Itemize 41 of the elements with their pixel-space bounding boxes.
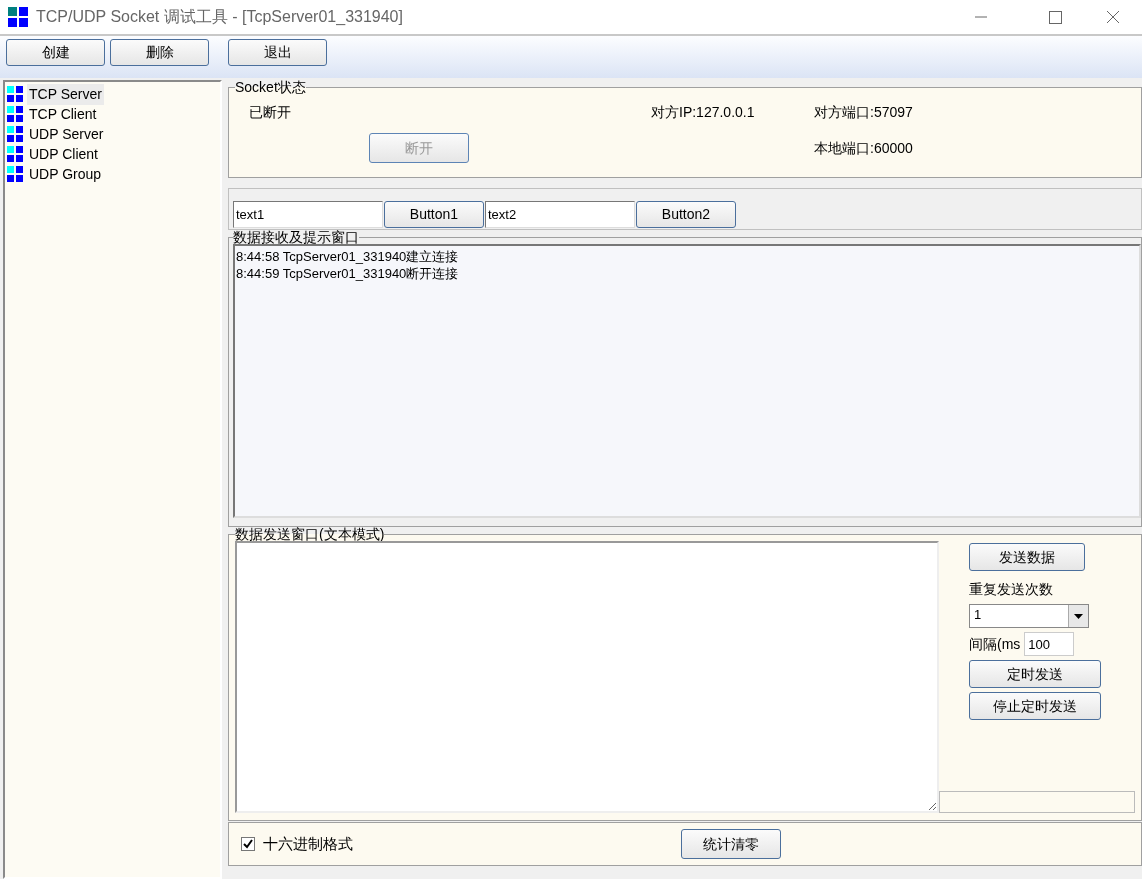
local-port: 本地端口:60000 xyxy=(814,138,914,158)
log-line: 8:44:58 TcpServer01_331940建立连接 xyxy=(236,249,460,266)
tree-item[interactable]: TCP Server xyxy=(27,83,104,105)
interval-label: 间隔(ms xyxy=(969,634,1021,654)
test-button[interactable]: Button2 xyxy=(636,201,736,228)
text-field[interactable]: text1 xyxy=(233,201,383,228)
tree-item[interactable]: UDP Group xyxy=(27,163,104,185)
reset-button[interactable]: 统计清零 xyxy=(681,829,781,859)
hex-label: 十六进制格式 xyxy=(263,833,353,854)
tree-item[interactable]: UDP Server xyxy=(27,123,106,145)
repeat-label: 重复发送次数 xyxy=(969,580,1054,599)
toolbar-button[interactable]: 创建 xyxy=(6,39,105,66)
grid-icon xyxy=(7,146,23,162)
tree-item[interactable]: TCP Client xyxy=(27,103,99,125)
app-logo-icon xyxy=(8,7,28,27)
close-icon[interactable] xyxy=(1106,10,1120,24)
window-title: TCP/UDP Socket 调试工具 - [TcpServer01_331940] xyxy=(36,7,404,27)
checkmark-icon xyxy=(243,839,253,849)
hex-checkbox[interactable] xyxy=(241,837,255,851)
group-title: 数据接收及提示窗口 xyxy=(233,230,359,244)
dropdown-arrow-icon xyxy=(1074,613,1083,619)
remote-port: 对方端口:57097 xyxy=(814,102,914,122)
grid-icon xyxy=(7,86,23,102)
log-line: 8:44:59 TcpServer01_331940断开连接 xyxy=(236,265,460,283)
maximize-icon[interactable] xyxy=(1049,10,1062,24)
connection-status: 已断开 xyxy=(249,102,292,122)
send-button[interactable]: 发送数据 xyxy=(969,543,1085,571)
toolbar-button[interactable]: 退出 xyxy=(228,39,327,66)
grid-icon xyxy=(7,166,23,182)
test-button[interactable]: Button1 xyxy=(384,201,484,228)
group-title: Socket状态 xyxy=(235,80,306,94)
tree-item[interactable]: UDP Client xyxy=(27,143,100,165)
interval-field[interactable]: 100 xyxy=(1024,632,1075,656)
text-field[interactable]: text2 xyxy=(485,201,635,228)
repeat-dropdown[interactable]: 1 xyxy=(969,604,1089,628)
toolbar-button[interactable]: 删除 xyxy=(110,39,209,66)
timer-send-button[interactable]: 定时发送 xyxy=(969,660,1101,688)
grid-icon xyxy=(7,126,23,142)
grid-icon xyxy=(7,106,23,122)
stop-timer-button[interactable]: 停止定时发送 xyxy=(969,692,1101,720)
remote-ip: 对方IP:127.0.0.1 xyxy=(651,102,756,122)
